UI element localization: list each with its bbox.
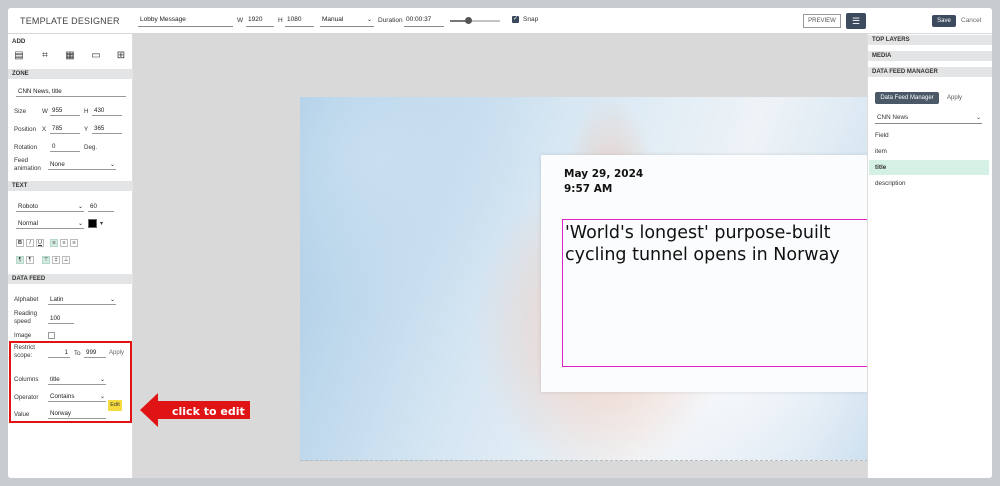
highlight-box bbox=[9, 341, 132, 423]
text-color-swatch[interactable] bbox=[88, 219, 97, 228]
app-title: TEMPLATE DESIGNER bbox=[20, 16, 120, 26]
feed-animation-value: None bbox=[50, 161, 65, 168]
align-left-icon[interactable]: ≡ bbox=[50, 239, 58, 247]
chevron-down-icon: ⌄ bbox=[975, 115, 981, 121]
align-right-icon[interactable]: ≡ bbox=[70, 239, 78, 247]
font-family-select[interactable]: Roboto ⌄ bbox=[16, 201, 84, 212]
font-weight-select[interactable]: Normal ⌄ bbox=[16, 218, 84, 229]
template-name-input[interactable]: Lobby Message bbox=[138, 15, 233, 27]
settings-button[interactable]: ☰ bbox=[846, 13, 866, 29]
right-panel: TOP LAYERS MEDIA DATA FEED MANAGER Data … bbox=[867, 34, 992, 478]
app-frame: TEMPLATE DESIGNER Lobby Message W 1920 H… bbox=[8, 8, 992, 478]
field-list-header: Field bbox=[875, 132, 889, 139]
mode-select[interactable]: Manual ⌄ bbox=[320, 15, 374, 27]
height-label: H bbox=[278, 17, 283, 24]
align-center-icon[interactable]: ≡ bbox=[60, 239, 68, 247]
field-title[interactable]: title bbox=[869, 160, 989, 175]
italic-icon[interactable]: I bbox=[26, 239, 34, 247]
chevron-down-icon: ⌄ bbox=[77, 204, 83, 210]
callout-text: click to edit bbox=[172, 405, 245, 418]
time-zone[interactable]: 9:57 AM bbox=[564, 183, 612, 195]
background-card-image: May 29, 2024 9:57 AM 'World's longest' p… bbox=[541, 155, 911, 392]
size-h-label: H bbox=[84, 108, 89, 115]
caret-down-icon[interactable]: ▾ bbox=[100, 220, 103, 227]
alphabet-label: Alphabet bbox=[14, 296, 39, 303]
size-w-label: W bbox=[42, 108, 48, 115]
cancel-button[interactable]: Cancel bbox=[961, 17, 981, 24]
font-size-input[interactable]: 60 bbox=[88, 201, 114, 212]
reading-speed-input[interactable]: 100 bbox=[48, 313, 74, 324]
top-toolbar: TEMPLATE DESIGNER Lobby Message W 1920 H… bbox=[8, 8, 992, 34]
data-feed-heading: DATA FEED bbox=[8, 274, 133, 284]
valign-bottom-icon[interactable]: ⊥ bbox=[62, 256, 70, 264]
date-zone[interactable]: May 29, 2024 bbox=[564, 168, 643, 180]
position-y-label: Y bbox=[84, 126, 89, 133]
width-label: W bbox=[237, 17, 244, 24]
chevron-down-icon: ⌄ bbox=[109, 162, 115, 168]
field-item[interactable]: item bbox=[869, 144, 989, 159]
size-h-input[interactable]: 430 bbox=[92, 105, 122, 116]
ltr-icon[interactable]: ¶ bbox=[16, 256, 24, 264]
alphabet-value: Latin bbox=[50, 296, 64, 303]
mode-select-value: Manual bbox=[322, 16, 344, 23]
width-input[interactable]: 1920 bbox=[246, 15, 274, 27]
duration-input[interactable]: 00:00:37 bbox=[404, 15, 444, 27]
slider-knob[interactable] bbox=[464, 17, 472, 24]
valign-top-icon[interactable]: ⊤ bbox=[42, 256, 50, 264]
rotation-label: Rotation bbox=[14, 144, 38, 151]
zoom-slider[interactable] bbox=[450, 17, 500, 24]
zone-name-input[interactable]: CNN News, title bbox=[16, 86, 126, 97]
media-heading[interactable]: MEDIA bbox=[868, 51, 992, 61]
zone-heading: ZONE bbox=[8, 69, 133, 79]
field-description[interactable]: description bbox=[869, 176, 989, 191]
title-zone[interactable]: 'World's longest' purpose-built cycling … bbox=[562, 219, 888, 367]
dfm-apply-link[interactable]: Apply bbox=[947, 95, 962, 101]
preview-button[interactable]: PREVIEW bbox=[803, 14, 841, 28]
text-heading: TEXT bbox=[8, 181, 133, 191]
chevron-down-icon: ⌄ bbox=[366, 17, 372, 23]
add-heading: ADD bbox=[12, 38, 26, 45]
position-y-input[interactable]: 365 bbox=[92, 123, 122, 134]
snap-checkbox[interactable]: ✓ bbox=[512, 16, 519, 23]
data-feed-manager-heading[interactable]: DATA FEED MANAGER bbox=[868, 67, 992, 77]
sliders-icon: ☰ bbox=[851, 16, 861, 26]
deg-label: Deg. bbox=[84, 144, 98, 151]
feed-select[interactable]: CNN News ⌄ bbox=[875, 113, 982, 124]
image-icon[interactable]: ⌗ bbox=[39, 50, 51, 62]
text-icon[interactable]: ▤ bbox=[13, 50, 25, 62]
feed-animation-select[interactable]: None ⌄ bbox=[48, 159, 116, 170]
top-layers-heading[interactable]: TOP LAYERS bbox=[868, 35, 992, 45]
position-x-label: X bbox=[42, 126, 47, 133]
height-input[interactable]: 1080 bbox=[285, 15, 314, 27]
save-button[interactable]: Save bbox=[932, 15, 956, 27]
font-weight-value: Normal bbox=[18, 220, 38, 227]
size-w-input[interactable]: 955 bbox=[50, 105, 80, 116]
ticker-icon[interactable]: ▭ bbox=[90, 50, 102, 62]
position-label: Position bbox=[14, 126, 37, 133]
font-family-value: Roboto bbox=[18, 203, 38, 210]
position-x-input[interactable]: 785 bbox=[50, 123, 80, 134]
calendar-icon[interactable]: ▦ bbox=[64, 50, 76, 62]
alphabet-select[interactable]: Latin ⌄ bbox=[48, 294, 116, 305]
chevron-down-icon: ⌄ bbox=[77, 221, 83, 227]
feed-animation-label: Feed animation bbox=[14, 157, 41, 172]
image-checkbox[interactable] bbox=[48, 332, 55, 339]
template-stage[interactable]: May 29, 2024 9:57 AM 'World's longest' p… bbox=[300, 97, 948, 461]
rtl-icon[interactable]: ¶ bbox=[26, 256, 34, 264]
headline-text: 'World's longest' purpose-built cycling … bbox=[565, 223, 840, 265]
size-label: Size bbox=[14, 108, 27, 115]
rotation-input[interactable]: 0 bbox=[50, 141, 80, 152]
snap-label: Snap bbox=[523, 16, 539, 23]
valign-middle-icon[interactable]: ‡ bbox=[52, 256, 60, 264]
data-feed-manager-button[interactable]: Data Feed Manager bbox=[875, 92, 939, 104]
bold-icon[interactable]: B bbox=[16, 239, 24, 247]
duration-label: Duration bbox=[378, 17, 403, 24]
feed-select-value: CNN News bbox=[877, 114, 909, 121]
image-label: Image bbox=[14, 332, 32, 339]
underline-icon[interactable]: U bbox=[36, 239, 44, 247]
reading-speed-label: Reading speed bbox=[14, 310, 38, 325]
table-icon[interactable]: ⊞ bbox=[115, 50, 127, 62]
chevron-down-icon: ⌄ bbox=[109, 297, 115, 303]
